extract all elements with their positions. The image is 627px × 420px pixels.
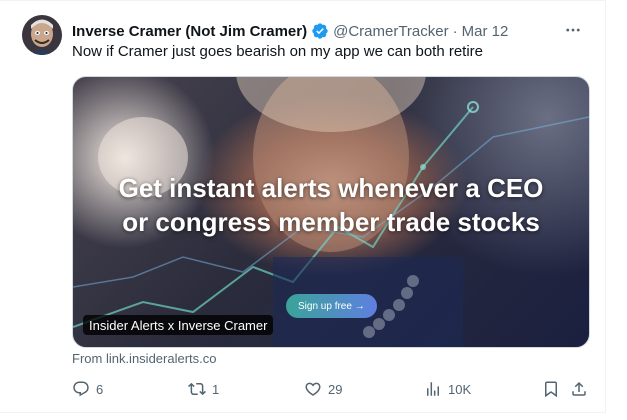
handle[interactable]: @CramerTracker	[333, 23, 449, 40]
views-button[interactable]: 10K	[424, 378, 471, 400]
card-headline-line1: Get instant alerts whenever a CEO	[118, 173, 544, 203]
tweet-text: Now if Cramer just goes bearish on my ap…	[72, 43, 484, 60]
repost-button[interactable]: 1	[188, 378, 219, 400]
reply-button[interactable]: 6	[72, 378, 103, 400]
share-button[interactable]	[570, 378, 594, 400]
display-name[interactable]: Inverse Cramer (Not Jim Cramer)	[72, 23, 307, 40]
avatar[interactable]	[22, 15, 62, 55]
repost-count: 1	[212, 381, 220, 397]
bookmark-icon	[545, 381, 557, 398]
card-headline-line2: or congress member trade stocks	[122, 207, 540, 237]
like-count: 29	[328, 381, 343, 397]
verified-badge-icon[interactable]	[311, 22, 329, 40]
share-icon	[572, 381, 586, 396]
card-headline: Get instant alerts whenever a CEO or con…	[73, 171, 589, 239]
reply-count: 6	[96, 381, 104, 397]
heart-icon	[305, 382, 321, 396]
separator-dot: ·	[452, 22, 458, 40]
tweet-actions: 6 1 29 10K	[72, 378, 592, 400]
card-title[interactable]: Insider Alerts x Inverse Cramer	[83, 315, 274, 335]
more-horizontal-icon[interactable]	[563, 20, 583, 40]
views-chart-icon	[427, 382, 439, 396]
tweet-header: Inverse Cramer (Not Jim Cramer) @CramerT…	[72, 21, 585, 41]
tweet-date[interactable]: Mar 12	[462, 23, 509, 40]
like-button[interactable]: 29	[304, 378, 342, 400]
tweet[interactable]: Inverse Cramer (Not Jim Cramer) @CramerT…	[0, 0, 606, 413]
sign-up-button[interactable]: Sign up free →	[286, 294, 377, 318]
views-count: 10K	[448, 381, 472, 397]
card-source[interactable]: From link.insideralerts.co	[72, 351, 217, 366]
bookmark-button[interactable]	[542, 378, 566, 400]
reply-icon	[73, 381, 89, 397]
repost-icon	[188, 382, 206, 396]
link-card[interactable]: Get instant alerts whenever a CEO or con…	[72, 76, 590, 348]
divider	[0, 0, 605, 1]
